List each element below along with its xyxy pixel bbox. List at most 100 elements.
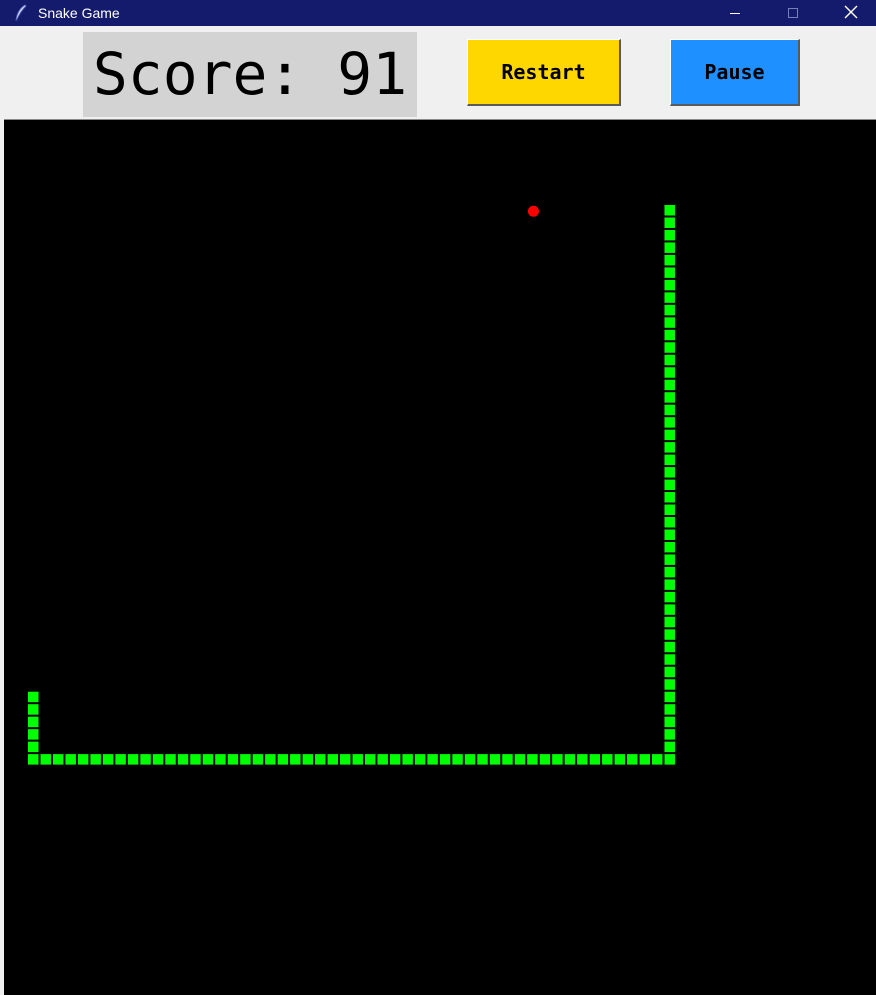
snake-segment xyxy=(664,267,675,278)
snake-segment xyxy=(165,754,176,765)
snake-segment xyxy=(664,429,675,441)
snake-segment xyxy=(664,666,675,678)
snake-segment xyxy=(664,242,675,253)
snake-segment xyxy=(190,754,201,765)
snake-segment xyxy=(439,754,451,765)
snake-segment xyxy=(664,392,675,403)
snake-segment xyxy=(664,254,675,266)
snake-segment xyxy=(240,754,251,765)
snake-segment xyxy=(664,404,675,416)
snake-segment xyxy=(664,641,675,653)
snake-segment xyxy=(664,541,675,553)
snake-segment xyxy=(664,329,675,341)
snake-segment xyxy=(602,754,613,765)
snake-segment xyxy=(664,754,675,765)
snake-segment xyxy=(340,754,351,765)
snake-segment xyxy=(664,504,675,515)
snake-segment xyxy=(564,754,576,765)
snake-segment xyxy=(627,754,638,765)
snake-segment xyxy=(127,754,139,765)
snake-segment xyxy=(664,342,675,353)
snake-segment xyxy=(502,754,513,765)
snake-segment xyxy=(664,679,675,690)
snake-segment xyxy=(664,279,675,291)
snake-segment xyxy=(664,354,675,366)
snake-segment xyxy=(477,754,488,765)
snake-segment xyxy=(352,754,363,765)
snake-segment xyxy=(614,754,626,765)
snake-segment xyxy=(539,754,551,765)
snake-segment xyxy=(277,754,289,765)
snake-segment xyxy=(664,492,675,503)
snake-segment xyxy=(402,754,413,765)
snake-segment xyxy=(664,517,675,528)
snake-segment xyxy=(315,754,326,765)
snake-segment xyxy=(664,379,675,391)
snake-segment xyxy=(577,754,588,765)
snake-segment xyxy=(664,292,675,303)
snake-segment xyxy=(327,754,338,765)
snake-segment xyxy=(664,479,675,491)
snake-segment xyxy=(664,654,675,665)
snake-segment xyxy=(664,367,675,378)
snake-segment xyxy=(664,317,675,328)
snake-segment xyxy=(28,741,39,753)
snake-segment xyxy=(664,741,675,753)
snake-segment xyxy=(664,729,675,740)
food-dot xyxy=(527,205,539,217)
snake-segment xyxy=(28,704,39,715)
snake-segment xyxy=(664,554,675,565)
snake-segment xyxy=(664,529,675,540)
snake-segment xyxy=(664,454,675,466)
snake-segment xyxy=(28,729,39,740)
snake-segment xyxy=(489,754,501,765)
snake-segment xyxy=(65,754,76,765)
snake-segment xyxy=(464,754,476,765)
snake-segment xyxy=(389,754,401,765)
snake-segment xyxy=(102,754,114,765)
snake-segment xyxy=(639,754,650,765)
snake-segment xyxy=(664,467,675,478)
snake-segment xyxy=(215,754,226,765)
snake-segment xyxy=(377,754,388,765)
snake-segment xyxy=(664,417,675,428)
snake-segment xyxy=(664,304,675,316)
snake-segment xyxy=(290,754,301,765)
snake-segment xyxy=(202,754,214,765)
snake-segment xyxy=(177,754,189,765)
snake-segment xyxy=(140,754,151,765)
snake-segment xyxy=(364,754,376,765)
snake-segment xyxy=(664,566,675,578)
snake-segment xyxy=(452,754,463,765)
snake-segment xyxy=(302,754,314,765)
snake-segment xyxy=(28,691,39,703)
snake-segment xyxy=(664,691,675,703)
snake-segment xyxy=(664,629,675,640)
snake-segment xyxy=(152,754,164,765)
snake-segment xyxy=(664,716,675,728)
snake-segment xyxy=(664,205,675,216)
snake-segment xyxy=(40,754,51,765)
snake-segment xyxy=(652,754,663,765)
snake-segment xyxy=(664,704,675,715)
snake-segment xyxy=(664,604,675,615)
snake-segment xyxy=(664,579,675,590)
game-field xyxy=(28,205,675,765)
snake-segment xyxy=(664,217,675,228)
snake-segment xyxy=(265,754,276,765)
snake-segment xyxy=(589,754,601,765)
snake-segment xyxy=(527,754,538,765)
snake-segment xyxy=(514,754,526,765)
snake-segment xyxy=(664,229,675,241)
snake-segment xyxy=(28,754,39,765)
snake-segment xyxy=(414,754,426,765)
snake-segment xyxy=(427,754,438,765)
snake-segment xyxy=(52,754,64,765)
snake-segment xyxy=(664,591,675,603)
snake-segment xyxy=(227,754,239,765)
snake-segment xyxy=(552,754,563,765)
snake-segment xyxy=(115,754,126,765)
snake-segment xyxy=(664,442,675,453)
snake-segment xyxy=(252,754,264,765)
snake-segment xyxy=(28,716,39,728)
